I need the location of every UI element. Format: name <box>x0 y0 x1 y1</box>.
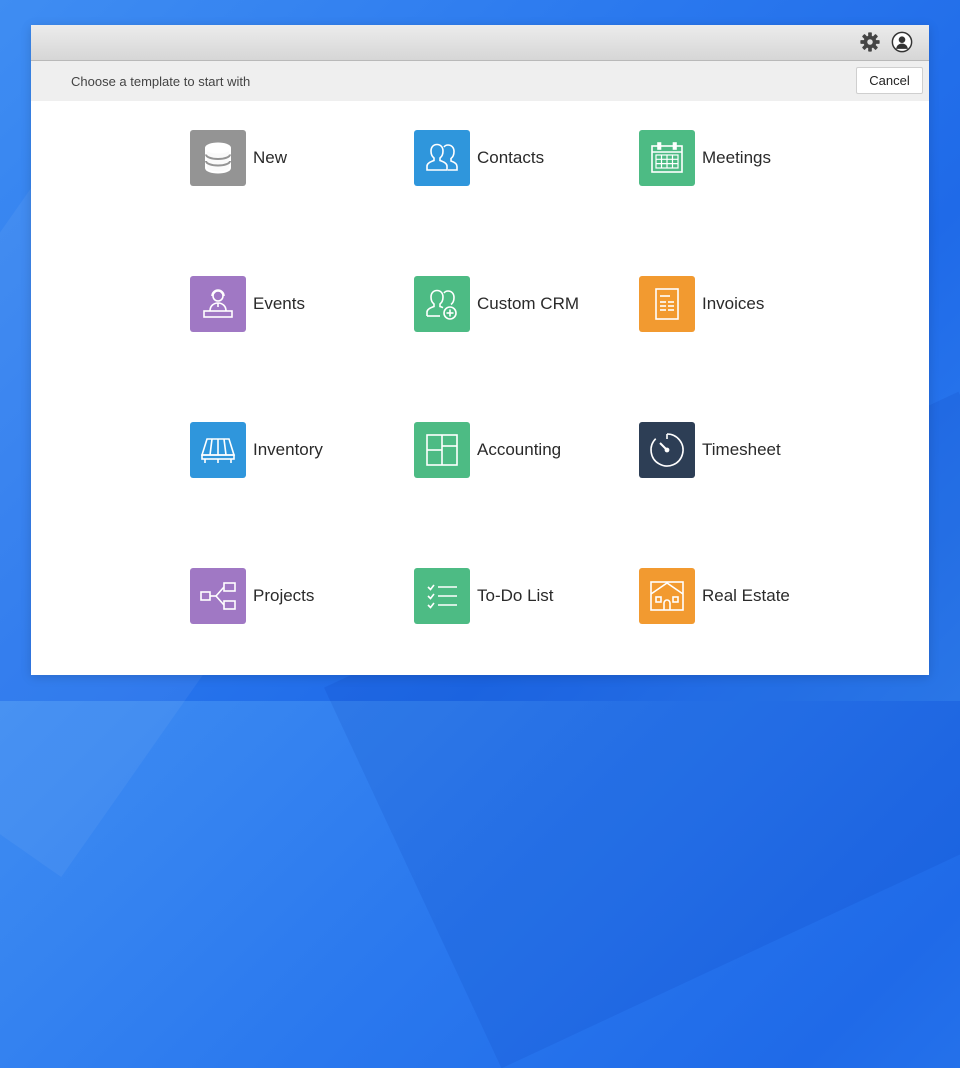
template-label: Events <box>253 294 305 313</box>
house-icon <box>639 568 695 624</box>
add-person-icon <box>414 276 470 332</box>
template-label: Accounting <box>477 440 562 459</box>
template-meetings[interactable]: Meetings <box>639 130 771 186</box>
template-label: Projects <box>253 586 315 605</box>
template-label: Timesheet <box>702 440 781 459</box>
template-to-do-list[interactable]: To-Do List <box>414 568 554 624</box>
document-icon <box>639 276 695 332</box>
cancel-button[interactable]: Cancel <box>856 67 923 94</box>
template-prompt: Choose a template to start with <box>71 74 251 89</box>
template-projects[interactable]: Projects <box>190 568 314 624</box>
template-label: Invoices <box>702 294 765 313</box>
template-events[interactable]: Events <box>190 276 305 332</box>
template-inventory[interactable]: Inventory <box>190 422 323 478</box>
template-label: Contacts <box>477 148 545 167</box>
ledger-icon <box>414 422 470 478</box>
template-chooser-window: Choose a template to start with Cancel N… <box>31 25 929 675</box>
template-label: Inventory <box>253 440 323 459</box>
template-grid: New Contacts Meetings Events Custom CRM … <box>31 101 929 675</box>
user-avatar-icon[interactable] <box>890 30 914 54</box>
template-label: Meetings <box>702 148 771 167</box>
database-icon <box>190 130 246 186</box>
template-real-estate[interactable]: Real Estate <box>639 568 790 624</box>
template-new[interactable]: New <box>190 130 287 186</box>
people-icon <box>414 130 470 186</box>
calendar-icon <box>639 130 695 186</box>
checklist-icon <box>414 568 470 624</box>
template-accounting[interactable]: Accounting <box>414 422 561 478</box>
template-invoices[interactable]: Invoices <box>639 276 764 332</box>
template-contacts[interactable]: Contacts <box>414 130 544 186</box>
gear-icon[interactable] <box>858 30 882 54</box>
flowchart-icon <box>190 568 246 624</box>
template-custom-crm[interactable]: Custom CRM <box>414 276 579 332</box>
template-toolbar: Choose a template to start with Cancel <box>31 61 929 101</box>
template-timesheet[interactable]: Timesheet <box>639 422 781 478</box>
template-label: Real Estate <box>702 586 790 605</box>
title-bar <box>31 25 929 61</box>
stopwatch-icon <box>639 422 695 478</box>
template-label: New <box>253 148 288 167</box>
pallet-icon <box>190 422 246 478</box>
presenter-icon <box>190 276 246 332</box>
template-label: To-Do List <box>477 586 554 605</box>
template-label: Custom CRM <box>477 294 580 313</box>
